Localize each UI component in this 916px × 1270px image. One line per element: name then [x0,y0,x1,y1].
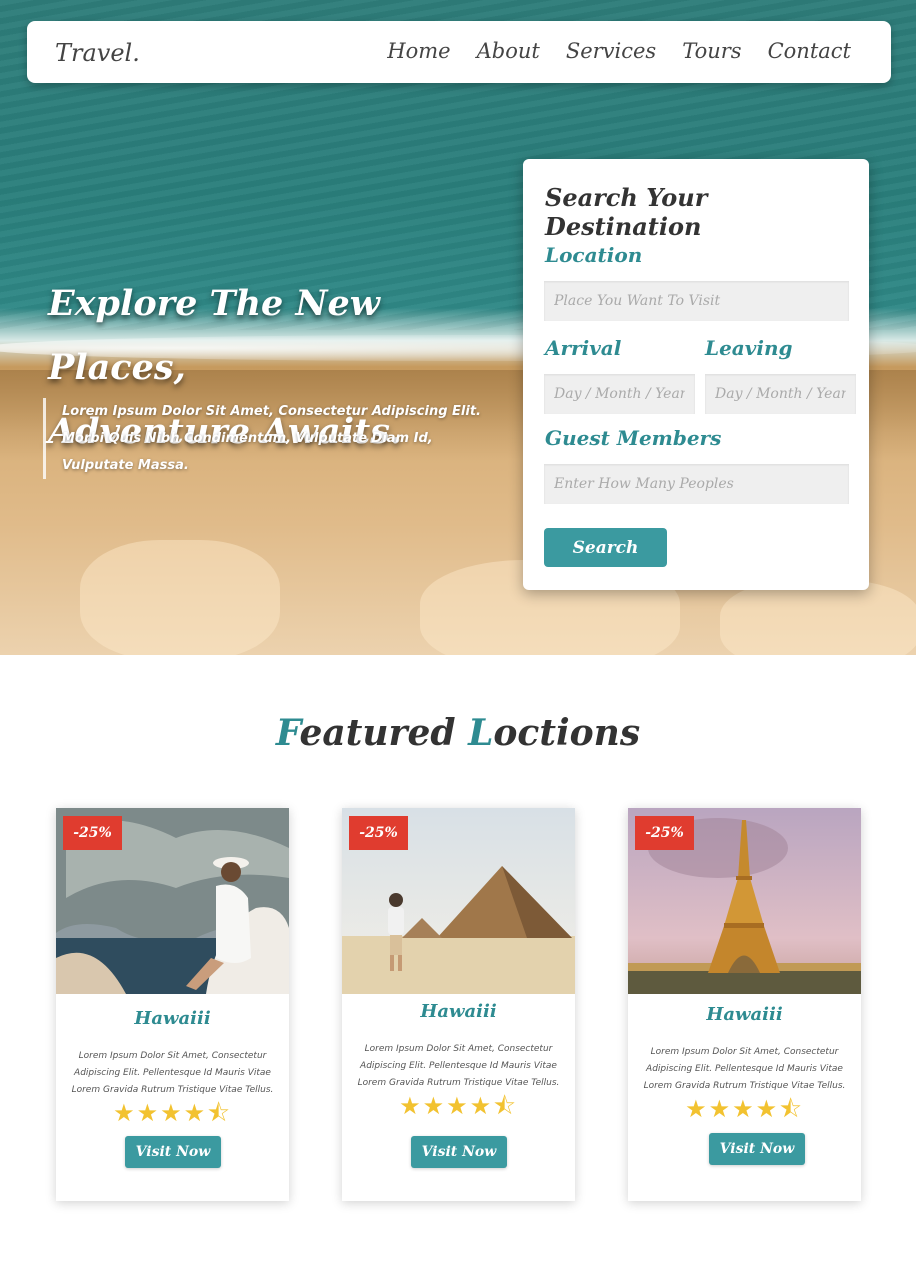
nav-link-contact[interactable]: Contact [768,39,851,63]
nav-link-tours[interactable]: Tours [682,39,741,63]
location-input[interactable] [544,281,849,321]
visit-now-button[interactable]: Visit Now [709,1133,805,1165]
search-button[interactable]: Search [544,528,667,567]
brand-logo[interactable]: Travel. [55,39,140,67]
location-image-eiffel-tower: -25% [628,808,861,994]
location-image-pyramids: -25% [342,808,575,994]
featured-title: Featured Loctions [0,712,916,754]
discount-badge: -25% [635,816,694,850]
hero-sand-patch [80,540,280,655]
arrival-date-input[interactable] [544,374,695,414]
card-title: Hawaiii [706,1004,783,1025]
nav-link-services[interactable]: Services [566,39,656,63]
discount-badge: -25% [63,816,122,850]
location-card: -25% Hawaiii Lorem Ipsum Dolor Sit Amet,… [56,808,289,1201]
featured-title-accent-l: L [468,712,494,754]
arrival-label: Arrival [545,336,622,360]
card-description: Lorem Ipsum Dolor Sit Amet, Consectetur … [643,1047,846,1091]
featured-title-part1: eatured [299,712,469,754]
guest-members-label: Guest Members [545,426,722,450]
card-title: Hawaiii [134,1008,211,1029]
hero-title-line1: Explore The New Places, [48,283,380,388]
nav-links: Home About Services Tours Contact [387,39,851,63]
hero-sand-patch [720,580,916,655]
visit-now-button[interactable]: Visit Now [411,1136,507,1168]
star-rating: ★★★★⯪ [113,1099,232,1127]
leaving-date-input[interactable] [705,374,856,414]
star-rating: ★★★★⯪ [685,1095,804,1123]
visit-now-button[interactable]: Visit Now [125,1136,221,1168]
search-form: Search Your Destination Location Arrival… [523,159,869,590]
search-title: Search Your Destination [545,183,708,241]
nav-link-about[interactable]: About [477,39,540,63]
location-card: -25% Hawaiii Lorem Ipsum Dolor Sit Amet,… [628,808,861,1201]
card-description: Lorem Ipsum Dolor Sit Amet, Consectetur … [357,1044,560,1088]
featured-title-part2: octions [493,712,641,754]
featured-title-accent-f: F [275,712,300,754]
card-description: Lorem Ipsum Dolor Sit Amet, Consectetur … [71,1051,274,1095]
star-rating: ★★★★⯪ [399,1092,518,1120]
guest-members-input[interactable] [544,464,849,504]
leaving-label: Leaving [705,336,793,360]
navbar: Travel. Home About Services Tours Contac… [27,21,891,83]
location-card: -25% Hawaiii Lorem Ipsum Dolor Sit Amet,… [342,808,575,1201]
location-label: Location [545,243,643,267]
hero-description: Lorem Ipsum Dolor Sit Amet, Consectetur … [43,398,492,479]
card-title: Hawaiii [420,1001,497,1022]
nav-link-home[interactable]: Home [387,39,450,63]
location-image-woman-cliff: -25% [56,808,289,994]
discount-badge: -25% [349,816,408,850]
